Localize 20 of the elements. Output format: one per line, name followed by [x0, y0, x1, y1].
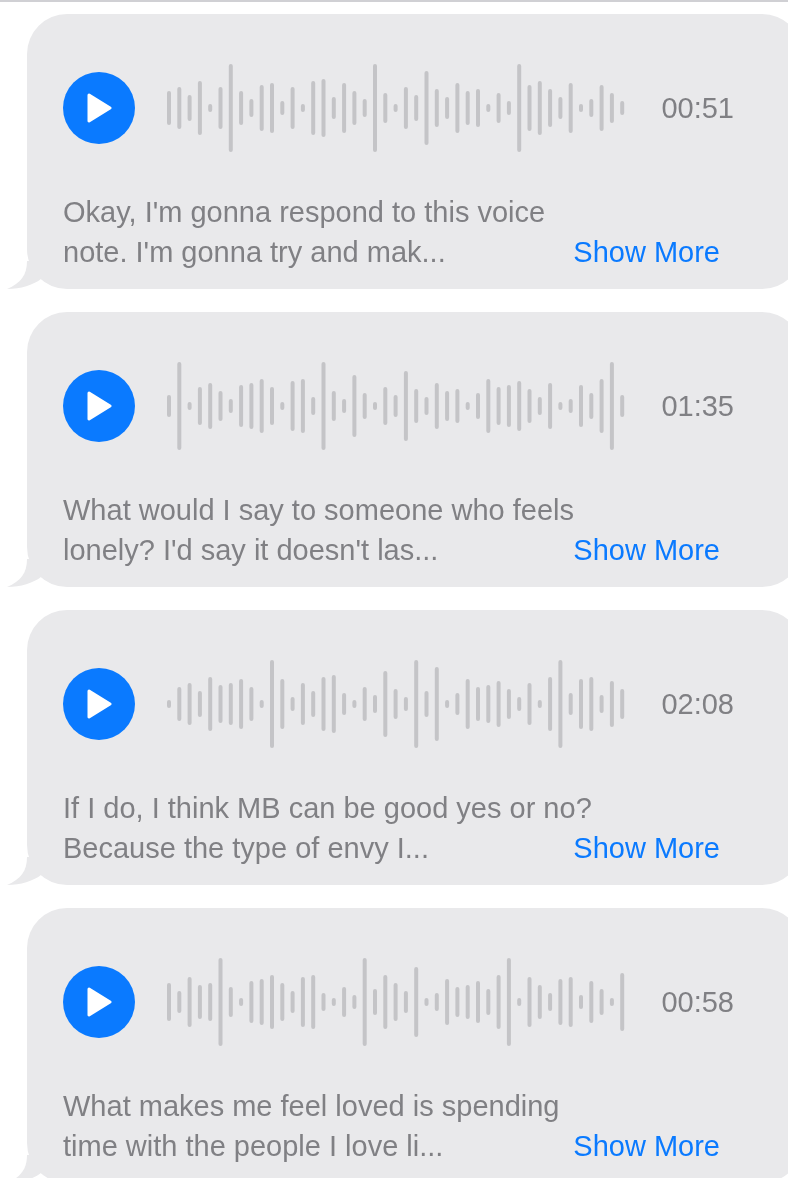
play-icon: [86, 391, 112, 421]
transcript-text: If I do, I think MB can be good yes or no?: [63, 791, 593, 826]
duration-label: 00:58: [661, 987, 734, 1017]
play-icon: [86, 689, 112, 719]
transcript-text: What would I say to someone who feels: [63, 493, 575, 528]
transcript-text: lonely? I'd say it doesn't las...: [63, 533, 439, 568]
transcript-text: Okay, I'm gonna respond to this voice: [63, 195, 547, 230]
transcript-text: note. I'm gonna try and mak...: [63, 235, 446, 270]
show-more-link[interactable]: Show More: [573, 232, 720, 272]
transcript-text: time with the people I love li...: [63, 1129, 444, 1164]
show-more-link[interactable]: Show More: [573, 828, 720, 868]
show-more-link[interactable]: Show More: [573, 530, 720, 570]
show-more-link[interactable]: Show More: [573, 1126, 720, 1166]
play-icon: [86, 987, 112, 1017]
play-icon: [86, 93, 112, 123]
duration-label: 02:08: [661, 689, 734, 719]
duration-label: 01:35: [661, 391, 734, 421]
duration-label: 00:51: [661, 93, 734, 123]
transcript-text: Because the type of envy I...: [63, 831, 429, 866]
transcript-text: What makes me feel loved is spending: [63, 1089, 561, 1124]
